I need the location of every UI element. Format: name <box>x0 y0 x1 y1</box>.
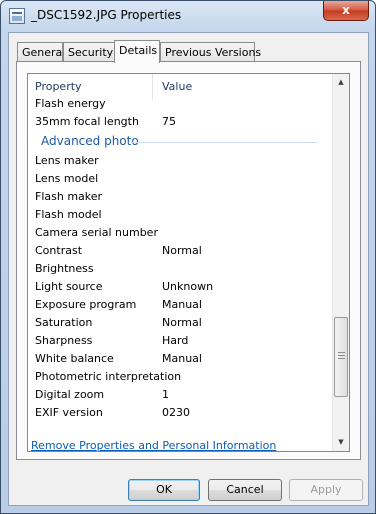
property-name: EXIF version <box>35 406 103 419</box>
property-name: Exposure program <box>35 298 137 311</box>
property-row[interactable]: White balance Manual <box>28 350 333 368</box>
property-name: Photometric interpretation <box>35 370 182 383</box>
group-label: Advanced photo <box>41 134 139 148</box>
ok-button[interactable]: OK <box>128 479 200 501</box>
scroll-up-arrow-icon[interactable]: ▲ <box>333 74 349 91</box>
title-bar[interactable]: _DSC1592.JPG Properties x <box>1 1 375 31</box>
property-rows: Flash energy 35mm focal length 75 Advanc… <box>28 95 333 422</box>
property-value: Manual <box>162 298 202 311</box>
property-value: 0230 <box>162 406 190 419</box>
vertical-scrollbar[interactable]: ▲ ▼ <box>332 74 349 451</box>
property-row[interactable]: Saturation Normal <box>28 314 333 332</box>
property-row[interactable]: Sharpness Hard <box>28 332 333 350</box>
property-row[interactable]: Brightness <box>28 260 333 278</box>
property-name: Lens maker <box>35 154 99 167</box>
file-properties-icon <box>9 8 25 24</box>
property-name: Sharpness <box>35 334 93 347</box>
group-header-advanced-photo: Advanced photo <box>28 131 333 152</box>
property-row[interactable]: Exposure program Manual <box>28 296 333 314</box>
column-header-value[interactable]: Value <box>162 80 192 93</box>
property-name: Camera serial number <box>35 226 158 239</box>
scroll-thumb[interactable] <box>334 317 348 397</box>
remove-properties-link[interactable]: Remove Properties and Personal Informati… <box>31 439 276 452</box>
property-value: Normal <box>162 316 202 329</box>
window-title: _DSC1592.JPG Properties <box>31 8 182 22</box>
grip-icon <box>338 352 345 360</box>
property-name: Contrast <box>35 244 83 257</box>
details-panel: Property Value Flash energy 35mm focal l… <box>16 61 361 460</box>
property-row[interactable]: Flash maker <box>28 188 333 206</box>
property-row[interactable]: Photometric interpretation <box>28 368 333 386</box>
property-row[interactable]: Flash energy <box>28 95 333 113</box>
tab-details[interactable]: Details <box>114 40 160 63</box>
tab-general[interactable]: General <box>17 42 65 62</box>
close-button[interactable]: x <box>323 1 369 21</box>
property-value: Manual <box>162 352 202 365</box>
property-name: Brightness <box>35 262 94 275</box>
property-row[interactable]: Lens model <box>28 170 333 188</box>
property-row[interactable]: Camera serial number <box>28 224 333 242</box>
property-name: Flash energy <box>35 97 106 110</box>
details-list[interactable]: Property Value Flash energy 35mm focal l… <box>27 73 350 452</box>
property-value: 75 <box>162 115 176 128</box>
property-row[interactable]: 35mm focal length 75 <box>28 113 333 131</box>
property-name: Light source <box>35 280 103 293</box>
property-row[interactable]: EXIF version 0230 <box>28 404 333 422</box>
properties-window: _DSC1592.JPG Properties x General Securi… <box>0 0 376 514</box>
property-name: Flash model <box>35 208 102 221</box>
property-name: Lens model <box>35 172 99 185</box>
cancel-button[interactable]: Cancel <box>208 479 282 501</box>
property-name: Saturation <box>35 316 93 329</box>
apply-button[interactable]: Apply <box>289 479 363 501</box>
dialog-client-area: General Security Details Previous Versio… <box>8 32 369 506</box>
scroll-down-arrow-icon[interactable]: ▼ <box>333 434 349 451</box>
property-name: 35mm focal length <box>35 115 139 128</box>
property-name: Digital zoom <box>35 388 105 401</box>
property-row[interactable]: Lens maker <box>28 152 333 170</box>
property-value: Normal <box>162 244 202 257</box>
property-row[interactable]: Digital zoom 1 <box>28 386 333 404</box>
property-value: Hard <box>162 334 189 347</box>
property-value: 1 <box>162 388 169 401</box>
property-row[interactable]: Light source Unknown <box>28 278 333 296</box>
property-row[interactable]: Contrast Normal <box>28 242 333 260</box>
property-name: Flash maker <box>35 190 103 203</box>
column-header-property[interactable]: Property <box>35 80 82 93</box>
tab-security[interactable]: Security <box>63 42 115 62</box>
property-row[interactable]: Flash model <box>28 206 333 224</box>
property-name: White balance <box>35 352 114 365</box>
property-value: Unknown <box>162 280 214 293</box>
group-divider <box>131 142 317 143</box>
tab-previous-versions[interactable]: Previous Versions <box>160 42 261 62</box>
